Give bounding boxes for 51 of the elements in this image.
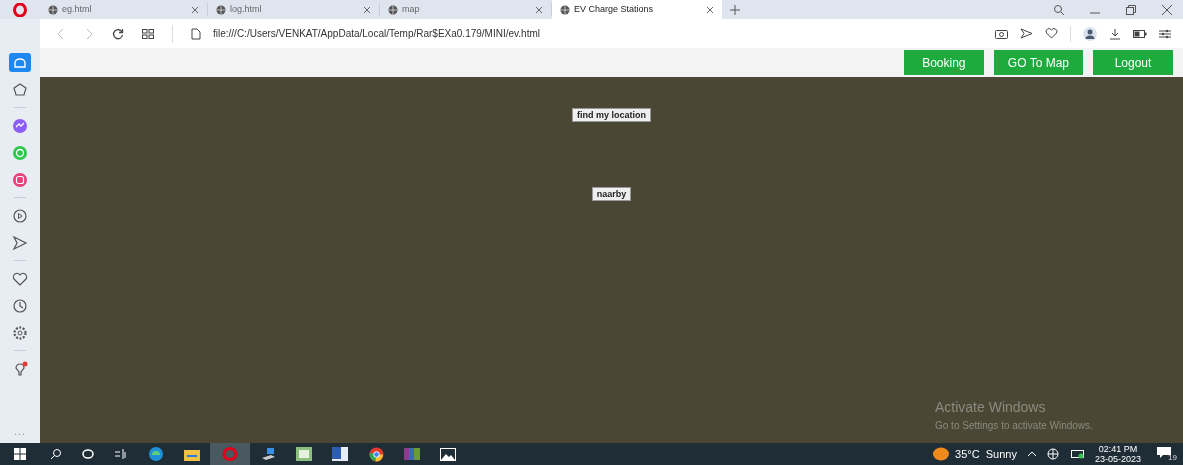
sun-icon[interactable] — [933, 447, 950, 461]
task-view-icon[interactable] — [115, 448, 127, 460]
page-button[interactable]: naarby — [591, 187, 632, 201]
instagram-icon — [11, 170, 29, 189]
globe-icon — [560, 4, 570, 15]
settings-icon — [11, 323, 29, 342]
close-icon[interactable] — [535, 5, 543, 14]
close-icon[interactable] — [191, 5, 199, 14]
computer-icon[interactable] — [260, 447, 276, 461]
network-icon[interactable] — [1046, 448, 1061, 460]
close-icon[interactable] — [1161, 3, 1173, 16]
photos-icon[interactable] — [440, 447, 456, 461]
settings-sliders-icon[interactable] — [1159, 28, 1171, 39]
browser-tab[interactable]: EV Charge Stations — [552, 0, 722, 19]
play-circle-icon — [11, 206, 29, 225]
camera-icon[interactable] — [995, 28, 1008, 39]
grid-icon[interactable] — [142, 28, 154, 39]
send-icon — [11, 233, 29, 252]
page-icon — [191, 27, 201, 40]
activation-message: Go to Settings to activate Windows. — [935, 419, 1093, 433]
windows-start-icon[interactable] — [14, 448, 26, 460]
messenger-icon — [11, 116, 29, 135]
heart-icon[interactable] — [1045, 28, 1058, 39]
folder-icon[interactable] — [184, 447, 200, 461]
new-tab-icon[interactable] — [730, 4, 740, 15]
activation-title: Activate Windows — [935, 398, 1047, 417]
reload-icon[interactable] — [112, 27, 124, 40]
browser-tab[interactable]: log.html — [208, 3, 380, 16]
clock-date[interactable]: 23-05-2023 — [1094, 454, 1141, 464]
send-icon[interactable] — [1020, 28, 1033, 39]
chevron-up-icon[interactable] — [1026, 449, 1037, 459]
battery-icon[interactable] — [1133, 29, 1147, 38]
address-bar[interactable]: file:///C:/Users/VENKAT/AppData/Local/Temp/Rar$EXa0.179/MINI/ev.html — [213, 26, 540, 41]
globe-icon — [388, 4, 398, 15]
close-icon[interactable] — [706, 5, 714, 14]
clock-time[interactable]: 02:41 PM — [1098, 444, 1138, 454]
close-icon[interactable] — [363, 5, 371, 14]
profile-icon[interactable] — [1083, 26, 1097, 41]
download-icon[interactable] — [1109, 27, 1121, 40]
weather-text[interactable]: 35°C Sunny — [955, 445, 1017, 463]
globe-icon — [216, 4, 226, 15]
page-button[interactable]: find my location — [572, 108, 651, 122]
restore-icon[interactable] — [1125, 3, 1137, 16]
browser-logo-icon[interactable] — [13, 2, 27, 17]
browser-tab[interactable]: eg.html — [40, 3, 208, 16]
whatsapp-icon — [11, 143, 29, 162]
sidebar-item[interactable] — [9, 53, 31, 72]
battery-icon[interactable] — [1070, 449, 1085, 459]
search-icon[interactable] — [50, 448, 62, 460]
globe-icon — [48, 4, 58, 15]
clock-icon — [11, 296, 29, 315]
